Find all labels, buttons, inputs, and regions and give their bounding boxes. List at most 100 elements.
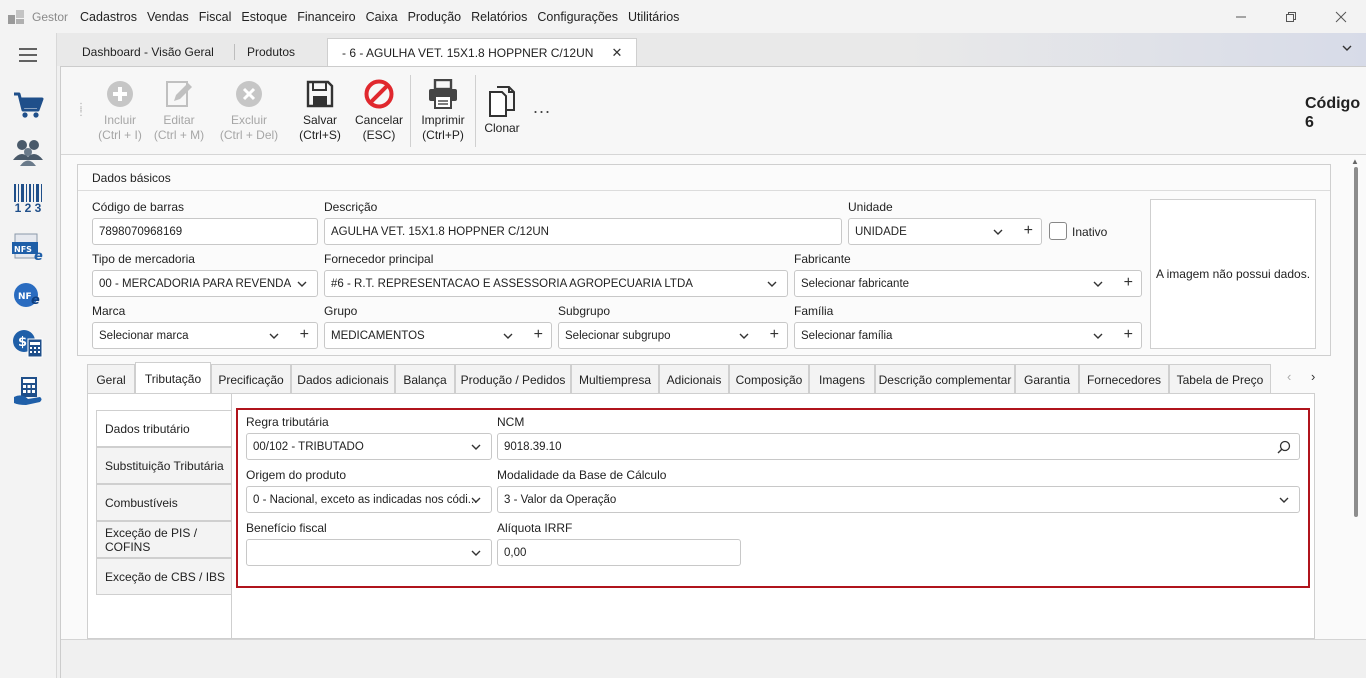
minimize-button[interactable]: [1216, 0, 1266, 33]
clonar-button[interactable]: Clonar: [479, 85, 525, 136]
chevron-right-icon[interactable]: ›: [1311, 369, 1315, 384]
nfe-icon[interactable]: NF e: [10, 277, 46, 313]
tab-produtos[interactable]: Produtos: [233, 38, 309, 66]
menu-vendas[interactable]: Vendas: [147, 8, 189, 26]
chevron-left-icon[interactable]: ‹: [1287, 369, 1291, 384]
menu-relatorios[interactable]: Relatórios: [471, 8, 527, 26]
codigo-barras-input[interactable]: 7898070968169: [92, 218, 318, 245]
tab-dashboard[interactable]: Dashboard - Visão Geral: [68, 38, 228, 66]
tab-multiempresa[interactable]: Multiempresa: [571, 364, 659, 394]
unidade-select[interactable]: UNIDADE +: [848, 218, 1042, 245]
menu-cadastros[interactable]: Cadastros: [80, 8, 137, 26]
descricao-input[interactable]: AGULHA VET. 15X1.8 HOPPNER C/12UN: [324, 218, 842, 245]
product-image[interactable]: A imagem não possui dados.: [1150, 199, 1316, 349]
svg-text:NFS: NFS: [14, 245, 32, 254]
menu-fiscal[interactable]: Fiscal: [199, 8, 232, 26]
menu-financeiro[interactable]: Financeiro: [297, 8, 355, 26]
app-logo-icon: [8, 9, 24, 24]
tab-tabela-preco[interactable]: Tabela de Preço: [1169, 364, 1271, 394]
tab-produto-6[interactable]: - 6 - AGULHA VET. 15X1.8 HOPPNER C/12UN …: [327, 38, 638, 66]
scroll-up-icon[interactable]: ▲: [1351, 157, 1359, 166]
tipo-mercadoria-select[interactable]: 00 - MERCADORIA PARA REVENDA: [92, 270, 318, 297]
add-subgrupo-icon[interactable]: +: [770, 326, 779, 344]
chevron-down-icon: [503, 333, 513, 339]
excluir-button[interactable]: Excluir (Ctrl + Del): [216, 77, 282, 143]
menu-configuracoes[interactable]: Configurações: [537, 8, 618, 26]
save-icon: [296, 77, 344, 111]
marca-value: Selecionar marca: [99, 329, 189, 342]
ncm-input[interactable]: 9018.39.10: [497, 433, 1300, 460]
vtab-substituicao-tributaria[interactable]: Substituição Tributária: [96, 447, 232, 484]
search-icon[interactable]: [1277, 440, 1291, 454]
add-unidade-icon[interactable]: +: [1024, 222, 1033, 240]
fornecedor-select[interactable]: #6 - R.T. REPRESENTACAO E ASSESSORIA AGR…: [324, 270, 788, 297]
menu-producao[interactable]: Produção: [408, 8, 462, 26]
modalidade-select[interactable]: 3 - Valor da Operação: [497, 486, 1300, 513]
tab-close-icon[interactable]: ✕: [611, 45, 622, 61]
familia-value: Selecionar família: [801, 329, 893, 342]
toolbar-separator: [475, 75, 476, 147]
vtab-excecao-cbs-ibs[interactable]: Exceção de CBS / IBS: [96, 558, 232, 595]
nfse-icon[interactable]: NFS e: [10, 229, 46, 265]
editar-button[interactable]: Editar (Ctrl + M): [151, 77, 207, 143]
grupo-select[interactable]: MEDICAMENTOS +: [324, 322, 552, 349]
users-icon[interactable]: [10, 133, 46, 169]
chevron-down-icon: [297, 281, 307, 287]
tab-precificacao[interactable]: Precificação: [211, 364, 291, 394]
menu-estoque[interactable]: Estoque: [241, 8, 287, 26]
add-marca-icon[interactable]: +: [300, 326, 309, 344]
chevron-down-icon: [1093, 281, 1103, 287]
cash-register-icon[interactable]: $: [10, 325, 46, 361]
menu-utilitarios[interactable]: Utilitários: [628, 8, 679, 26]
tab-composicao[interactable]: Composição: [729, 364, 809, 394]
tab-producao-pedidos[interactable]: Produção / Pedidos: [455, 364, 571, 394]
tab-adicionais[interactable]: Adicionais: [659, 364, 729, 394]
salvar-button[interactable]: Salvar (Ctrl+S): [296, 77, 344, 143]
chevron-down-icon[interactable]: [1341, 42, 1353, 57]
tab-descricao-complementar[interactable]: Descrição complementar: [875, 364, 1015, 394]
regra-select[interactable]: 00/102 - TRIBUTADO: [246, 433, 492, 460]
toolbar-separator: [410, 75, 411, 147]
tab-dados-adicionais[interactable]: Dados adicionais: [291, 364, 395, 394]
title-menu-bar: Gestor Cadastros Vendas Fiscal Estoque F…: [0, 0, 1366, 33]
subgrupo-select[interactable]: Selecionar subgrupo +: [558, 322, 788, 349]
vertical-scrollbar[interactable]: [1354, 167, 1358, 517]
vtab-combustiveis[interactable]: Combustíveis: [96, 484, 232, 521]
cancelar-button[interactable]: Cancelar (ESC): [352, 77, 406, 143]
more-options-button[interactable]: ...: [533, 97, 551, 118]
fornecedor-label: Fornecedor principal: [324, 252, 434, 266]
aliquota-input[interactable]: 0,00: [497, 539, 741, 566]
familia-select[interactable]: Selecionar família +: [794, 322, 1142, 349]
codigo-barras-label: Código de barras: [92, 200, 185, 214]
tab-garantia[interactable]: Garantia: [1015, 364, 1079, 394]
calculator-icon[interactable]: [10, 373, 46, 409]
incluir-shortcut: (Ctrl + I): [98, 128, 142, 142]
tab-balanca[interactable]: Balança: [395, 364, 455, 394]
add-grupo-icon[interactable]: +: [534, 326, 543, 344]
add-familia-icon[interactable]: +: [1124, 326, 1133, 344]
tab-fornecedores[interactable]: Fornecedores: [1079, 364, 1169, 394]
marca-select[interactable]: Selecionar marca +: [92, 322, 318, 349]
vtab-dados-tributario[interactable]: Dados tributário: [96, 410, 232, 447]
grip-icon[interactable]: ⋮ ⋮: [76, 103, 86, 118]
tab-imagens[interactable]: Imagens: [809, 364, 875, 394]
origem-select[interactable]: 0 - Nacional, exceto as indicadas nos có…: [246, 486, 492, 513]
tab-geral[interactable]: Geral: [87, 364, 135, 394]
menu-caixa[interactable]: Caixa: [366, 8, 398, 26]
barcode-icon[interactable]: 1 2 3: [10, 181, 46, 217]
cart-icon[interactable]: [10, 87, 46, 123]
restore-button[interactable]: [1266, 0, 1316, 33]
close-window-button[interactable]: [1316, 0, 1366, 33]
inativo-checkbox[interactable]: [1049, 222, 1067, 240]
tab-tributacao[interactable]: Tributação: [135, 362, 211, 394]
add-fabricante-icon[interactable]: +: [1124, 274, 1133, 292]
cancelar-label: Cancelar: [354, 113, 404, 127]
incluir-button[interactable]: Incluir (Ctrl + I): [91, 77, 149, 143]
vtab-excecao-pis-cofins[interactable]: Exceção de PIS / COFINS: [96, 521, 232, 558]
tipo-mercadoria-value: 00 - MERCADORIA PARA REVENDA: [99, 277, 292, 290]
codigo-display: Código 6: [1305, 94, 1360, 132]
menu-icon[interactable]: [10, 37, 46, 73]
imprimir-button[interactable]: Imprimir (Ctrl+P): [415, 77, 471, 143]
beneficio-select[interactable]: [246, 539, 492, 566]
fabricante-select[interactable]: Selecionar fabricante +: [794, 270, 1142, 297]
